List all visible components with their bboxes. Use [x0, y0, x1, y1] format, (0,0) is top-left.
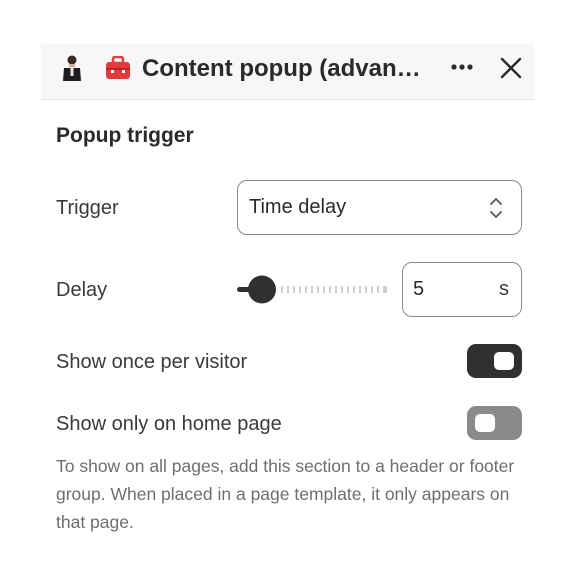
trigger-select[interactable]: Time delay [237, 180, 522, 235]
panel-title: Content popup (advan… [142, 55, 421, 82]
delay-unit: s [499, 278, 509, 300]
toggle-knob [494, 352, 514, 370]
home-only-toggle[interactable] [467, 406, 522, 440]
show-once-label: Show once per visitor [56, 351, 248, 373]
trigger-label: Trigger [56, 197, 119, 219]
chevron-up-down-icon [489, 195, 503, 221]
home-only-label: Show only on home page [56, 413, 282, 435]
panel-header: Content popup (advan… [41, 44, 534, 100]
delay-value: 5 [413, 278, 425, 300]
help-text: To show on all pages, add this section t… [56, 456, 515, 532]
trigger-select-value: Time delay [249, 196, 347, 218]
delay-number-input[interactable]: 5 s [402, 262, 522, 317]
section-title: Popup trigger [56, 124, 194, 147]
red-toolbox-icon [105, 55, 131, 80]
person-avatar-icon [61, 54, 83, 82]
slider-thumb [248, 275, 276, 304]
delay-label: Delay [56, 279, 108, 301]
delay-slider[interactable] [237, 274, 389, 306]
toggle-knob [475, 414, 495, 432]
settings-panel: Content popup (advan… Popup trigger Trig… [41, 44, 534, 564]
more-options-icon[interactable] [444, 52, 480, 84]
slider-ticks [281, 286, 387, 293]
show-once-toggle[interactable] [467, 344, 522, 378]
close-icon[interactable] [497, 54, 525, 82]
